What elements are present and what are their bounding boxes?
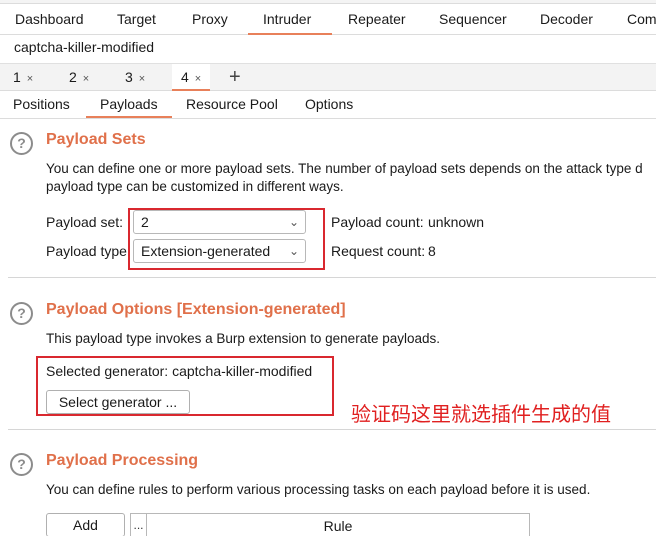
payload-sets-title: Payload Sets <box>46 131 146 148</box>
main-tab-bar: Dashboard Target Proxy Intruder Repeater… <box>0 4 656 35</box>
tab-decoder[interactable]: Decoder <box>540 4 593 35</box>
attack-tab-label: 3 <box>125 69 133 85</box>
rule-table[interactable]: ... Rule <box>130 513 530 536</box>
tab-comparer[interactable]: Com <box>627 4 656 35</box>
attack-tab-label: 4 <box>181 69 189 85</box>
help-circle-icon[interactable]: ? <box>10 453 33 476</box>
tab-proxy[interactable]: Proxy <box>192 4 228 35</box>
attack-tab-3[interactable]: 3 × <box>125 64 145 91</box>
attack-tab-1[interactable]: 1 × <box>13 64 33 91</box>
tab-positions[interactable]: Positions <box>13 92 70 118</box>
payload-count-value: unknown <box>428 214 485 230</box>
section-divider <box>8 429 656 430</box>
payload-sets-description-line1: You can define one or more payload sets.… <box>46 161 643 176</box>
plus-icon[interactable]: + <box>229 65 241 89</box>
attack-tab-label: 1 <box>13 69 21 85</box>
project-title: captcha-killer-modified <box>14 39 155 55</box>
tab-sequencer[interactable]: Sequencer <box>439 4 507 35</box>
section-divider <box>8 277 656 278</box>
tab-payloads[interactable]: Payloads <box>86 92 172 118</box>
attack-tab-label: 2 <box>69 69 77 85</box>
payload-processing-description: You can define rules to perform various … <box>46 482 591 497</box>
rule-column-header[interactable]: Rule <box>147 514 529 536</box>
annotation-text: 验证码这里就选插件生成的值 <box>351 402 611 426</box>
annotation-highlight-box <box>128 208 325 270</box>
payload-options-title: Payload Options [Extension-generated] <box>46 301 346 318</box>
payload-sets-description-line2: payload type can be customized in differ… <box>46 179 344 194</box>
attack-tab-2[interactable]: 2 × <box>69 64 89 91</box>
request-count-value: 8 <box>428 243 436 259</box>
close-icon[interactable]: × <box>139 73 145 85</box>
help-circle-icon[interactable]: ? <box>10 132 33 155</box>
attack-tab-4[interactable]: 4 × <box>172 64 211 91</box>
annotation-highlight-box <box>36 356 334 416</box>
tab-options[interactable]: Options <box>305 92 353 118</box>
attack-tab-bar: 1 × 2 × 3 × 4 × + <box>0 63 656 91</box>
table-corner: ... <box>131 514 147 536</box>
help-circle-icon[interactable]: ? <box>10 302 33 325</box>
payload-options-description: This payload type invokes a Burp extensi… <box>46 331 440 346</box>
intruder-sub-tab-bar: Positions Payloads Resource Pool Options <box>0 92 656 119</box>
tab-repeater[interactable]: Repeater <box>348 4 406 35</box>
payload-processing-title: Payload Processing <box>46 452 199 469</box>
request-count-label: Request count: <box>331 243 426 259</box>
add-rule-button[interactable]: Add <box>46 513 125 536</box>
tab-intruder[interactable]: Intruder <box>248 4 332 35</box>
tab-resource-pool[interactable]: Resource Pool <box>186 92 278 118</box>
payload-count-label: Payload count: <box>331 214 424 230</box>
payload-type-label: Payload type: <box>46 243 131 259</box>
payload-set-label: Payload set: <box>46 214 124 230</box>
tab-dashboard[interactable]: Dashboard <box>15 4 84 35</box>
tab-target[interactable]: Target <box>117 4 156 35</box>
close-icon[interactable]: × <box>195 73 201 85</box>
close-icon[interactable]: × <box>27 73 33 85</box>
close-icon[interactable]: × <box>83 73 89 85</box>
